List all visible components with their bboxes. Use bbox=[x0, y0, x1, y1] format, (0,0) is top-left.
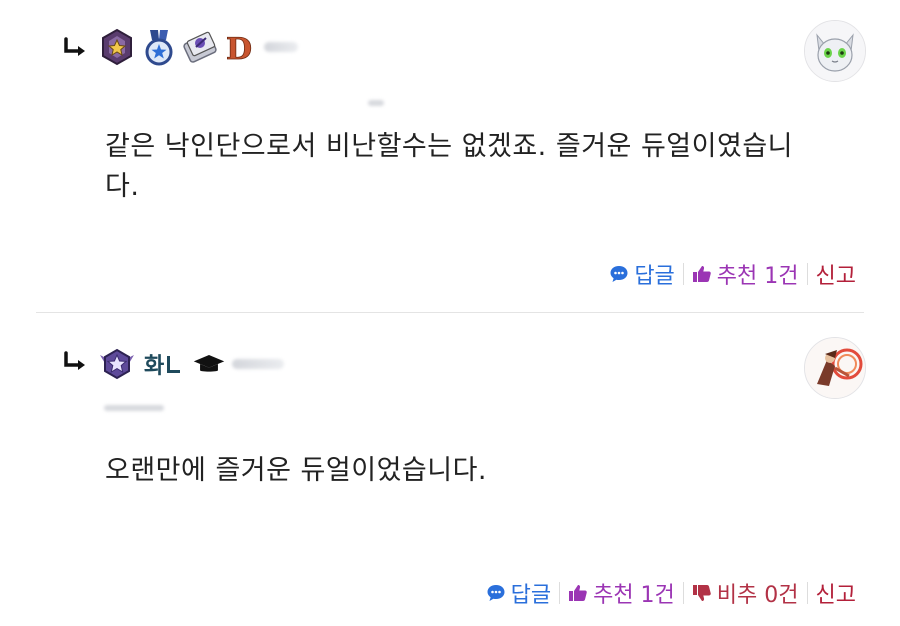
chat-bubble-icon bbox=[487, 585, 505, 601]
comment-item: 화 오랜만에 즐거운 듀얼이었습니다. 답글 추천 1건 비추 0건 신고 bbox=[0, 313, 900, 626]
comment-actions: 답글 추천 1건 신고 bbox=[601, 258, 864, 290]
report-label: 신고 bbox=[815, 583, 856, 608]
comment-item: D 같은 낙인단으로서 비난할수는 없겠죠. 즐거운 듀얼이였습니 다. 답글 bbox=[0, 0, 900, 312]
user-badges: D bbox=[98, 28, 298, 66]
username-meta-hidden bbox=[368, 100, 384, 106]
reply-arrow-icon bbox=[64, 351, 85, 370]
badge-text: 화 bbox=[144, 354, 164, 379]
comment-text-line: 같은 낙인단으로서 비난할수는 없겠죠. 즐거운 듀얼이였습니 bbox=[105, 131, 793, 162]
recommend-label: 추천 1건 bbox=[716, 264, 799, 289]
reply-label: 답글 bbox=[510, 583, 552, 608]
graduation-cap-icon bbox=[194, 355, 225, 372]
comment-text-line: 다. bbox=[105, 171, 140, 202]
chat-bubble-icon bbox=[610, 266, 628, 282]
badge-text-suffix bbox=[167, 355, 181, 373]
card-icon bbox=[183, 31, 217, 63]
medal-icon bbox=[145, 30, 173, 66]
reply-button[interactable]: 답글 bbox=[478, 577, 559, 609]
thumbs-down-icon bbox=[692, 585, 711, 601]
comment-text: 같은 낙인단으로서 비난할수는 없겠죠. 즐거운 듀얼이였습니 다. bbox=[105, 127, 845, 207]
avatar[interactable] bbox=[804, 337, 866, 399]
grade-letter-icon: D bbox=[226, 32, 253, 66]
thumbs-up-icon bbox=[569, 585, 587, 601]
reply-label: 답글 bbox=[634, 264, 675, 289]
recommend-button[interactable]: 추천 1건 bbox=[560, 577, 683, 609]
username-meta-hidden bbox=[104, 405, 164, 411]
username-hidden[interactable] bbox=[232, 359, 285, 369]
reply-button[interactable]: 답글 bbox=[601, 258, 682, 290]
comment-text: 오랜만에 즐거운 듀얼이었습니다. bbox=[105, 455, 488, 486]
user-badges: 화 bbox=[98, 345, 285, 383]
report-label: 신고 bbox=[815, 264, 856, 289]
username-hidden[interactable] bbox=[264, 42, 298, 52]
avatar-image bbox=[805, 21, 865, 81]
report-button[interactable]: 신고 bbox=[808, 577, 864, 609]
comment-actions: 답글 추천 1건 비추 0건 신고 bbox=[478, 577, 864, 609]
rank-badge-icon bbox=[102, 28, 132, 66]
reply-arrow-icon bbox=[64, 37, 85, 56]
downvote-label: 비추 0건 bbox=[716, 583, 799, 608]
recommend-button[interactable]: 추천 1건 bbox=[684, 258, 807, 290]
report-button[interactable]: 신고 bbox=[808, 258, 864, 290]
recommend-label: 추천 1건 bbox=[593, 583, 675, 608]
thumbs-up-icon bbox=[692, 266, 711, 282]
svg-text:D: D bbox=[226, 32, 252, 66]
rank-badge-icon bbox=[100, 348, 134, 380]
avatar-image bbox=[805, 338, 865, 398]
downvote-button[interactable]: 비추 0건 bbox=[684, 577, 807, 609]
avatar[interactable] bbox=[804, 20, 866, 82]
